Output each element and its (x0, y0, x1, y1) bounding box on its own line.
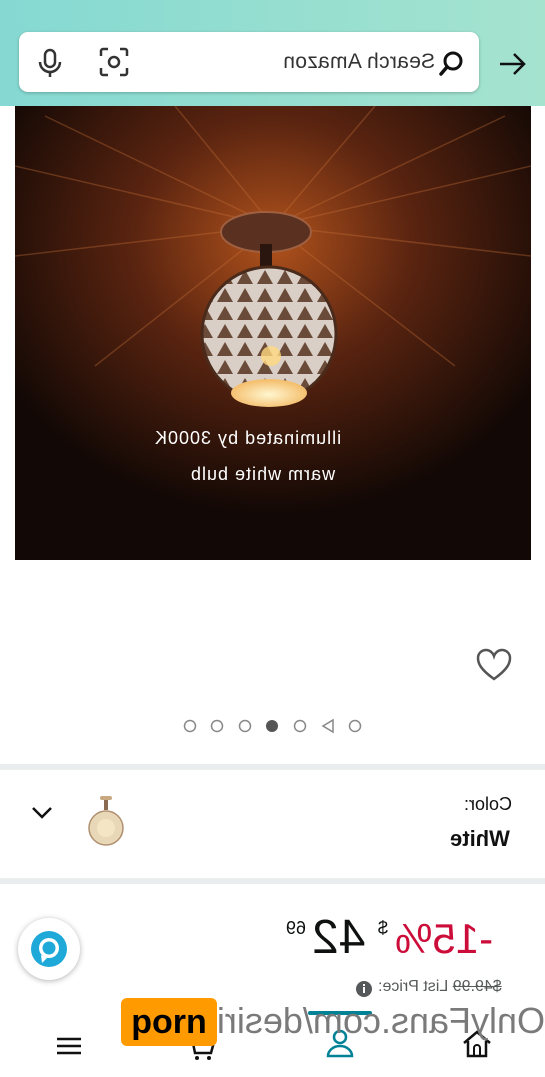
arrow-right-icon[interactable] (498, 51, 528, 77)
search-bar[interactable]: Search Amazon (19, 32, 479, 92)
header: Search Amazon (0, 0, 545, 106)
lamp-illustration (15, 106, 531, 560)
mic-icon[interactable] (37, 48, 63, 78)
image-caption-line1: illuminated by 3000K (154, 428, 342, 448)
watermark-badge: porn (121, 998, 217, 1046)
color-label: Color: (464, 794, 513, 814)
carousel-video-dot (321, 718, 334, 734)
carousel-dot-active (266, 720, 278, 732)
carousel-dot (348, 719, 362, 733)
alexa-icon (31, 931, 67, 967)
info-icon[interactable] (355, 980, 373, 998)
carousel-dot (210, 719, 224, 733)
image-caption-line2: warm white bulb (190, 464, 336, 484)
color-swatch-thumbnail[interactable] (86, 794, 126, 848)
alexa-button[interactable] (18, 918, 80, 980)
price-cents: 69 (286, 918, 307, 938)
carousel-dot (238, 719, 252, 733)
carousel-dot (293, 719, 307, 733)
discount-percentage: -15% (395, 915, 494, 962)
image-carousel-dots[interactable] (182, 718, 367, 734)
list-price-value: $49.99 (452, 978, 502, 995)
list-price: $49.99 List Price: (378, 978, 502, 996)
heart-icon[interactable] (476, 648, 512, 682)
product-image[interactable]: illuminated by 3000K warm white bulb (15, 106, 531, 560)
search-icon[interactable] (439, 50, 465, 76)
camera-scan-icon[interactable] (99, 47, 129, 77)
watermark-text: OnlyFans.com/desirinukox (120, 1000, 545, 1041)
color-selector[interactable] (0, 770, 545, 880)
section-divider (0, 878, 545, 884)
carousel-dot (183, 719, 197, 733)
color-value: White (450, 826, 510, 851)
chevron-down-icon[interactable] (31, 806, 53, 820)
price-currency: $ (378, 918, 389, 938)
search-input[interactable]: Search Amazon (283, 50, 435, 74)
price-whole: 42 (312, 911, 366, 964)
list-price-label: List Price: (378, 978, 449, 995)
